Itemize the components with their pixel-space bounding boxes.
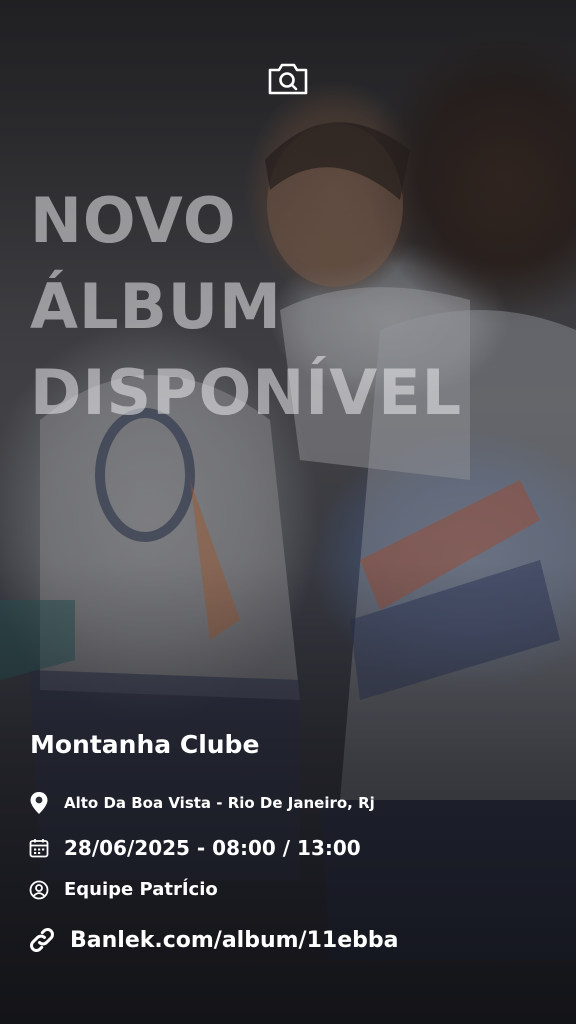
camera-button[interactable] <box>265 62 311 100</box>
calendar-icon <box>28 838 50 858</box>
photo-overlay <box>0 0 576 1024</box>
headline: NOVO ÁLBUM DISPONÍVEL <box>30 178 550 436</box>
team-row: Equipe PatrÍcio <box>28 879 218 900</box>
album-link[interactable]: Banlek.com/album/11ebba <box>26 924 398 956</box>
headline-line-2: ÁLBUM <box>30 270 282 343</box>
club-name: Montanha Clube <box>30 730 260 759</box>
album-link-text[interactable]: Banlek.com/album/11ebba <box>70 928 398 953</box>
map-pin-icon <box>28 791 50 815</box>
camera-search-icon <box>266 61 310 101</box>
team-text: Equipe PatrÍcio <box>64 879 218 900</box>
headline-line-1: NOVO <box>30 184 237 257</box>
location-text: Alto Da Boa Vista - Rio De Janeiro, Rj <box>64 794 375 812</box>
location-row: Alto Da Boa Vista - Rio De Janeiro, Rj <box>28 791 375 815</box>
date-row: 28/06/2025 - 08:00 / 13:00 <box>28 836 361 860</box>
link-icon <box>26 924 58 956</box>
date-text: 28/06/2025 - 08:00 / 13:00 <box>64 836 361 860</box>
headline-line-3: DISPONÍVEL <box>30 356 463 429</box>
user-circle-icon <box>28 880 50 900</box>
